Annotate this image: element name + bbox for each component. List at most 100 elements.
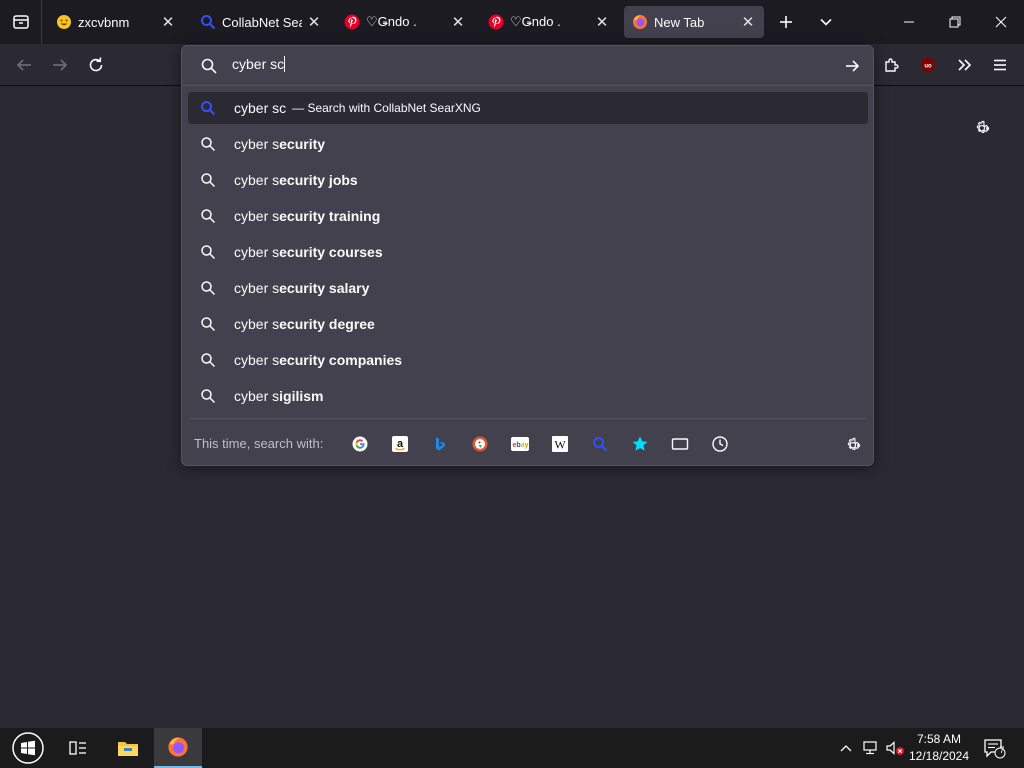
searxng-icon — [593, 437, 608, 452]
volume-button[interactable] — [884, 728, 906, 768]
search-settings-button[interactable] — [842, 432, 866, 456]
svg-text:uo: uo — [924, 64, 932, 70]
tab-collabnet-searx[interactable]: CollabNet SearX ✕ — [192, 6, 330, 38]
suggestion-item[interactable]: cyber s igilism — [188, 380, 868, 412]
urlbar-input[interactable]: cyber sc — [232, 56, 286, 72]
one-off-history[interactable] — [708, 432, 732, 456]
tab-title: New Tab — [654, 14, 705, 30]
suggestion-item[interactable]: cyber s ecurity training — [188, 200, 868, 232]
ublock-icon: uo — [921, 57, 935, 73]
search-icon — [198, 242, 218, 262]
tab-new-tab[interactable]: New Tab ✕ — [624, 6, 764, 38]
close-tab-icon[interactable]: ✕ — [590, 10, 614, 34]
new-tab-button[interactable] — [770, 6, 802, 38]
forward-button[interactable] — [44, 49, 76, 81]
suggestion-completion: ecurity companies — [279, 352, 403, 368]
search-icon — [198, 350, 218, 370]
minimize-button[interactable] — [886, 0, 932, 44]
divider — [190, 418, 866, 419]
puzzle-icon — [885, 58, 899, 72]
personalize-new-tab-button[interactable] — [970, 114, 996, 140]
double-chevron-right-icon — [958, 59, 972, 71]
suggestion-item[interactable]: cyber s ecurity — [188, 128, 868, 160]
suggestion-item[interactable]: cyber s ecurity courses — [188, 236, 868, 268]
close-icon — [995, 16, 1007, 28]
go-button[interactable] — [840, 54, 864, 78]
search-icon — [198, 206, 218, 226]
emoji-face-icon — [56, 14, 72, 30]
one-off-google[interactable] — [348, 432, 372, 456]
one-off-amazon[interactable]: a — [388, 432, 412, 456]
close-tab-icon[interactable]: ✕ — [156, 10, 180, 34]
start-button[interactable] — [4, 728, 52, 768]
clock-time: 7:58 AM — [916, 732, 962, 746]
suggestion-completion: ecurity salary — [279, 280, 370, 296]
tab-zxcvbnm[interactable]: zxcvbnm ✕ — [48, 6, 184, 38]
firefox-taskbar-button[interactable] — [154, 728, 202, 768]
windows-taskbar: 7:58 AM 12/18/2024 7 — [0, 728, 1024, 768]
search-icon — [198, 314, 218, 334]
search-icon — [198, 386, 218, 406]
tab-title: ♡Ǥndo . — [366, 14, 417, 29]
one-off-bing[interactable] — [428, 432, 452, 456]
google-icon — [352, 436, 368, 452]
firefox-view-button[interactable] — [0, 0, 42, 44]
task-view-button[interactable] — [54, 728, 102, 768]
suggestion-search-engine[interactable]: cyber sc — Search with CollabNet SearXNG — [188, 92, 868, 124]
more-tools-button[interactable] — [948, 49, 980, 81]
app-menu-button[interactable] — [984, 49, 1016, 81]
suggestion-typed: cyber s — [234, 388, 280, 404]
task-view-icon — [69, 741, 86, 755]
suggestion-completion: igilism — [279, 388, 324, 404]
tab-pinterest-1[interactable]: ♡Ǥndo . ✕ — [336, 6, 474, 38]
arrow-left-icon — [16, 59, 31, 71]
action-center-button[interactable]: 7 — [978, 728, 1010, 768]
one-off-bookmarks[interactable] — [628, 432, 652, 456]
extensions-button[interactable] — [876, 49, 908, 81]
close-window-button[interactable] — [978, 0, 1024, 44]
one-off-tabs[interactable] — [668, 432, 692, 456]
suggestion-typed: cyber s — [234, 352, 280, 368]
one-off-duckduckgo[interactable] — [468, 432, 492, 456]
suggestion-typed: cyber s — [234, 280, 280, 296]
wikipedia-icon: W — [552, 436, 568, 452]
plus-icon — [780, 16, 792, 28]
restore-button[interactable] — [932, 0, 978, 44]
text-caret — [284, 56, 286, 72]
tab-title: ♡Ǥndo . — [510, 14, 561, 29]
clock[interactable]: 7:58 AM 12/18/2024 — [904, 731, 974, 765]
one-off-ebay[interactable]: ebay — [508, 432, 532, 456]
one-off-searxng[interactable] — [588, 432, 612, 456]
network-button[interactable] — [860, 728, 882, 768]
file-explorer-button[interactable] — [104, 728, 152, 768]
suggestion-typed: cyber s — [234, 172, 280, 188]
suggestion-item[interactable]: cyber s ecurity degree — [188, 308, 868, 340]
tab-pinterest-2[interactable]: ♡Ǥndo . ✕ — [480, 6, 618, 38]
urlbar[interactable]: cyber sc — [182, 46, 873, 86]
suggestion-completion: ecurity jobs — [279, 172, 358, 188]
close-tab-icon[interactable]: ✕ — [736, 10, 760, 34]
reload-button[interactable] — [80, 49, 112, 81]
search-icon — [198, 134, 218, 154]
close-tab-icon[interactable]: ✕ — [446, 10, 470, 34]
search-icon — [198, 170, 218, 190]
network-icon — [863, 741, 877, 755]
show-hidden-icons-button[interactable] — [836, 728, 856, 768]
suggestion-completion: ecurity training — [279, 208, 381, 224]
duckduckgo-icon — [472, 436, 488, 452]
suggestion-typed: cyber s — [234, 316, 280, 332]
one-off-wikipedia[interactable]: W — [548, 432, 572, 456]
close-tab-icon[interactable]: ✕ — [302, 10, 326, 34]
suggestion-typed: cyber s — [234, 208, 280, 224]
suggestion-item[interactable]: cyber s ecurity jobs — [188, 164, 868, 196]
suggestion-completion: ecurity degree — [279, 316, 375, 332]
list-all-tabs-button[interactable] — [810, 6, 842, 38]
suggestion-item[interactable]: cyber s ecurity salary — [188, 272, 868, 304]
firefox-icon — [168, 737, 188, 757]
suggestion-completion: ecurity — [279, 136, 326, 152]
bookmarks-icon — [632, 436, 648, 451]
ublock-origin-button[interactable]: uo — [912, 49, 944, 81]
searxng-icon — [200, 14, 216, 30]
back-button[interactable] — [8, 49, 40, 81]
suggestion-item[interactable]: cyber s ecurity companies — [188, 344, 868, 376]
